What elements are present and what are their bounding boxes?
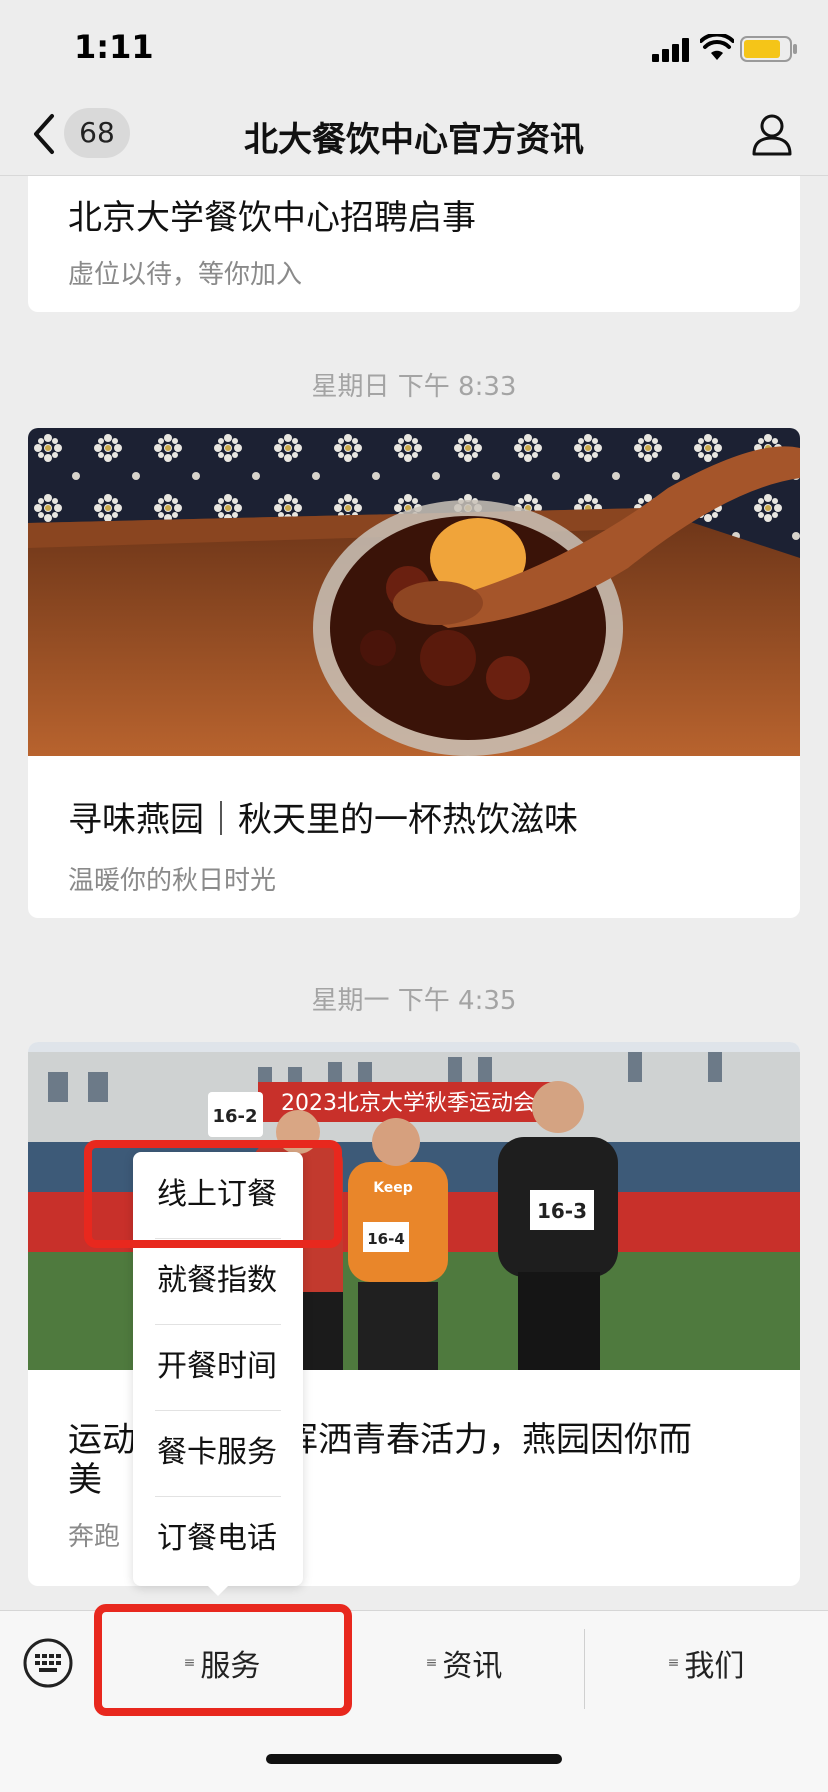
menu-item-meal-card-service[interactable]: 餐卡服务: [133, 1410, 303, 1496]
menu-tab-label: 资讯: [442, 1649, 503, 1684]
menu-tab-label: 我们: [684, 1649, 745, 1684]
message-timestamp: 星期一 下午 4:35: [311, 986, 517, 1016]
message-list[interactable]: 北京大学餐饮中心招聘启事 虚位以待，等你加入 星期日 下午 8:33 寻味燕园｜…: [0, 176, 828, 1610]
bib-number: 16-4: [367, 1230, 405, 1248]
bib-number: 16-2: [212, 1106, 257, 1127]
article-card-autumn-drink[interactable]: 寻味燕园｜秋天里的一杯热饮滋味 温暖你的秋日时光: [28, 428, 800, 918]
article-subtitle: 虚位以待，等你加入: [68, 260, 303, 290]
highlight-online-ordering: [84, 1140, 342, 1248]
menu-lines-icon: ≡: [425, 1655, 438, 1671]
article-title: 北京大学餐饮中心招聘启事: [68, 198, 476, 238]
menu-item-ordering-phone[interactable]: 订餐电话: [133, 1496, 303, 1582]
menu-item-dining-index[interactable]: 就餐指数: [133, 1238, 303, 1324]
navigation-bar: 68 北大餐饮中心官方资讯: [0, 100, 828, 176]
cellular-signal-icon: [652, 38, 689, 62]
status-bar: 1:11: [0, 0, 828, 100]
article-subtitle: 奔跑: [68, 1522, 121, 1552]
menu-tab-news[interactable]: ≡ 资讯: [344, 1635, 584, 1691]
article-cover-image: [28, 428, 800, 756]
submenu-pointer: [206, 1584, 230, 1596]
wechat-official-account-screen: 1:11 68 北大餐饮中心官方资讯 北京大学餐饮中心招聘启事 虚位以待，等你加…: [0, 0, 828, 1792]
menu-lines-icon: ≡: [667, 1655, 680, 1671]
article-title: 寻味燕园｜秋天里的一杯热饮滋味: [68, 800, 578, 840]
battery-icon: [740, 36, 797, 62]
home-indicator[interactable]: [266, 1754, 562, 1764]
message-timestamp: 星期日 下午 8:33: [311, 372, 517, 402]
status-time: 1:11: [74, 28, 154, 66]
keyboard-toggle-icon[interactable]: [22, 1637, 74, 1689]
bib-number: 16-3: [537, 1199, 587, 1223]
menu-item-opening-hours[interactable]: 开餐时间: [133, 1324, 303, 1410]
wifi-icon: [700, 34, 734, 60]
highlight-service-tab: [94, 1604, 352, 1716]
banner-text: 2023北京大学秋季运动会: [281, 1091, 535, 1116]
article-title-rest: 挥洒青春活力，燕园因你而: [284, 1420, 692, 1460]
menu-tab-about-us[interactable]: ≡ 我们: [584, 1635, 828, 1691]
profile-icon[interactable]: [748, 110, 796, 158]
article-subtitle: 温暖你的秋日时光: [68, 866, 277, 896]
shirt-logo: Keep: [373, 1180, 413, 1196]
account-title: 北大餐饮中心官方资讯: [244, 120, 584, 160]
article-card-recruitment[interactable]: 北京大学餐饮中心招聘启事 虚位以待，等你加入: [28, 176, 800, 312]
article-title-line2: 美: [68, 1460, 102, 1500]
